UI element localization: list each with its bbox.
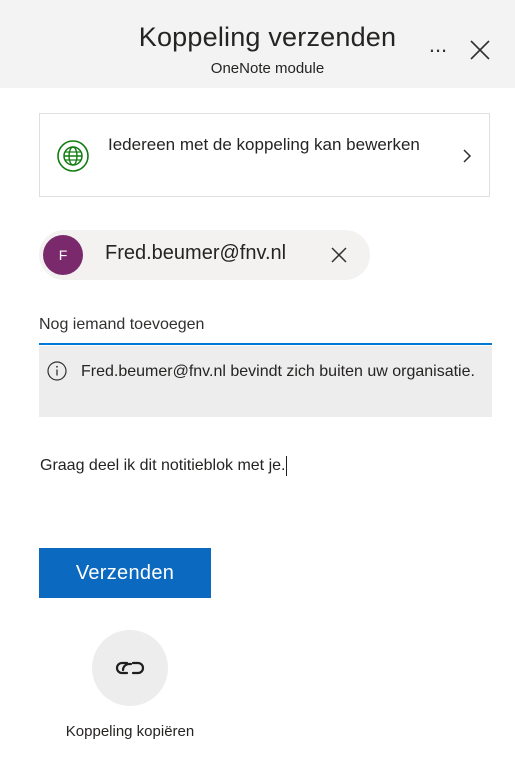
- avatar-initial: F: [58, 247, 68, 263]
- send-button[interactable]: Verzenden: [39, 548, 211, 598]
- remove-recipient-button[interactable]: [329, 245, 349, 265]
- message-field[interactable]: Graag deel ik dit notitieblok met je.: [40, 456, 490, 516]
- link-icon: [115, 661, 145, 675]
- close-button[interactable]: [466, 36, 494, 64]
- dialog-header: Koppeling verzenden OneNote module ...: [0, 0, 515, 88]
- add-person-input[interactable]: [39, 307, 492, 345]
- close-icon: [470, 40, 490, 60]
- copy-link-label[interactable]: Koppeling kopiëren: [0, 723, 260, 740]
- more-options-icon: ...: [428, 32, 448, 57]
- link-permission-settings[interactable]: Iedereen met de koppeling kan bewerken: [39, 113, 490, 197]
- recipient-email: Fred.beumer@fnv.nl: [105, 242, 287, 264]
- message-text: Graag deel ik dit notitieblok met je.: [40, 457, 286, 475]
- recipient-chip: F Fred.beumer@fnv.nl: [39, 230, 370, 280]
- globe-icon: [57, 140, 89, 172]
- chevron-right-icon: [463, 149, 472, 163]
- copy-link-button[interactable]: [92, 630, 168, 706]
- close-icon: [331, 247, 347, 263]
- info-icon: [47, 361, 67, 381]
- external-recipient-notice: Fred.beumer@fnv.nl bevindt zich buiten u…: [39, 346, 492, 417]
- send-button-label: Verzenden: [75, 561, 175, 584]
- avatar: F: [43, 235, 83, 275]
- notice-text: Fred.beumer@fnv.nl bevindt zich buiten u…: [81, 363, 475, 380]
- dialog-subtitle: OneNote module: [210, 60, 325, 77]
- more-options-button[interactable]: ...: [418, 30, 458, 60]
- text-cursor: [286, 456, 288, 476]
- permission-label: Iedereen met de koppeling kan bewerken: [108, 135, 420, 154]
